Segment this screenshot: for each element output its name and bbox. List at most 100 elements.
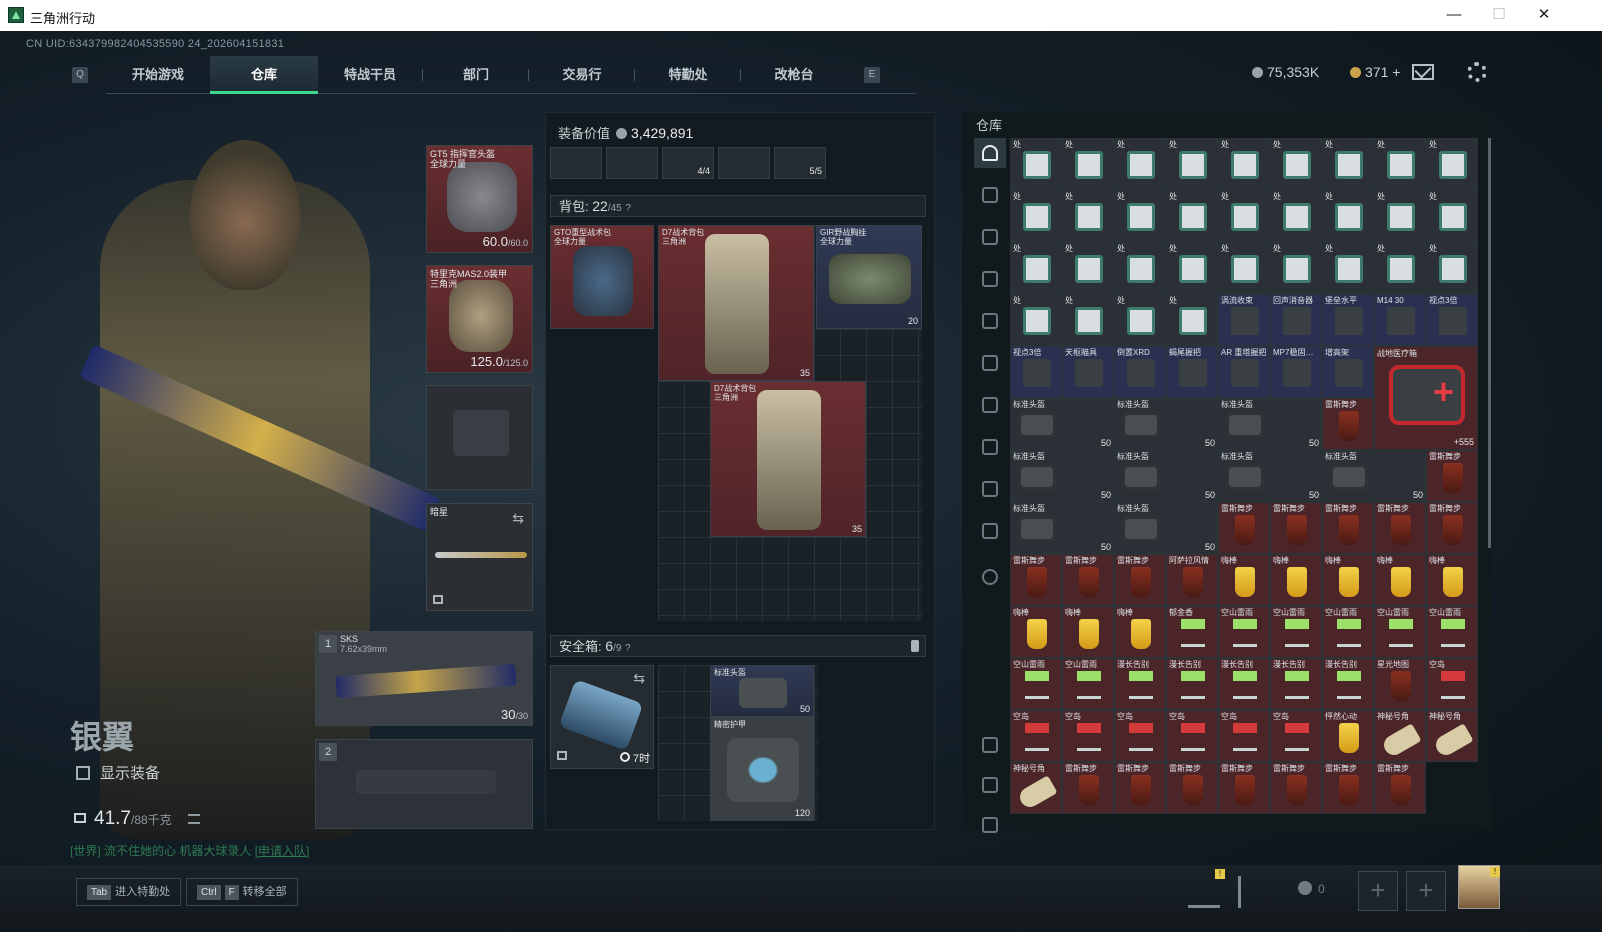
- tab-operators[interactable]: 特战干员: [316, 56, 424, 94]
- warehouse-item[interactable]: 处: [1166, 190, 1218, 242]
- warehouse-item[interactable]: 处: [1322, 242, 1374, 294]
- warehouse-item[interactable]: 空岛: [1270, 710, 1322, 762]
- tab-department[interactable]: 部门: [422, 56, 530, 94]
- warehouse-item[interactable]: 雷斯舞步: [1270, 502, 1322, 554]
- warehouse-item[interactable]: 标准头盔 50: [1114, 502, 1218, 554]
- chat-join-link[interactable]: [申请入队]: [255, 844, 310, 858]
- warehouse-item[interactable]: 视点3倍: [1010, 346, 1062, 398]
- warehouse-tab-1[interactable]: [974, 180, 1006, 210]
- warehouse-scrollbar[interactable]: [1488, 138, 1491, 548]
- flag-icon[interactable]: [1238, 876, 1270, 908]
- warehouse-item[interactable]: 嗨棒: [1322, 554, 1374, 606]
- warehouse-sort[interactable]: [974, 810, 1006, 840]
- warehouse-item[interactable]: 标准头盔 50: [1114, 398, 1218, 450]
- backpack-item[interactable]: GIR野战胸挂 全球力量 20: [816, 225, 922, 329]
- warehouse-item[interactable]: 标准头盔 50: [1010, 450, 1114, 502]
- close-button[interactable]: ✕: [1522, 4, 1566, 28]
- warehouse-item[interactable]: 神秘号角: [1374, 710, 1426, 762]
- warehouse-item[interactable]: 雷斯舞步: [1010, 554, 1062, 606]
- warehouse-all-tab[interactable]: [974, 138, 1006, 168]
- warehouse-item[interactable]: 空山雷雨: [1062, 658, 1114, 710]
- warehouse-item[interactable]: 蝎尾握把: [1166, 346, 1218, 398]
- warehouse-item[interactable]: 雷斯舞步: [1114, 762, 1166, 814]
- magazine-slot[interactable]: 4/4: [662, 147, 714, 179]
- warehouse-item[interactable]: 处: [1114, 190, 1166, 242]
- backpack-item[interactable]: D7战术背包 三角洲 35: [658, 225, 814, 381]
- warehouse-item[interactable]: 空山雷雨: [1270, 606, 1322, 658]
- safebox-container[interactable]: ⇆ 7时: [550, 665, 654, 769]
- warehouse-item[interactable]: 处: [1322, 138, 1374, 190]
- warehouse-item[interactable]: 雷斯舞步: [1218, 762, 1270, 814]
- warehouse-item[interactable]: 标准头盔 50: [1322, 450, 1426, 502]
- backpack-item[interactable]: D7战术背包 三角洲 35: [710, 381, 866, 537]
- warehouse-item[interactable]: 雷斯舞步: [1114, 554, 1166, 606]
- warehouse-item[interactable]: 郁金香: [1166, 606, 1218, 658]
- maximize-button[interactable]: ☐: [1477, 4, 1521, 28]
- transfer-all-button[interactable]: Ctrl F 转移全部: [186, 878, 298, 906]
- backpack-help-icon[interactable]: ?: [625, 203, 631, 214]
- safebox-help-icon[interactable]: ?: [625, 643, 631, 654]
- warehouse-item[interactable]: 漫长告别: [1114, 658, 1166, 710]
- warehouse-tab-3[interactable]: [974, 264, 1006, 294]
- warehouse-item[interactable]: 处: [1062, 138, 1114, 190]
- melee-slot[interactable]: 暗星 ⇆: [426, 503, 533, 611]
- warehouse-item[interactable]: 空岛: [1010, 710, 1062, 762]
- warehouse-item[interactable]: 标准头盔 50: [1218, 450, 1322, 502]
- warehouse-item[interactable]: 空岛: [1114, 710, 1166, 762]
- warehouse-item[interactable]: 增高架: [1322, 346, 1374, 398]
- warehouse-settings[interactable]: [974, 562, 1006, 592]
- friends-counter[interactable]: 0: [1298, 881, 1325, 896]
- warehouse-item[interactable]: 处: [1062, 294, 1114, 346]
- warehouse-item[interactable]: 漫长告别: [1270, 658, 1322, 710]
- warehouse-tab-6[interactable]: [974, 390, 1006, 420]
- warehouse-layers[interactable]: [974, 770, 1006, 800]
- warehouse-item[interactable]: 处: [1010, 190, 1062, 242]
- warehouse-item[interactable]: 嗨棒: [1114, 606, 1166, 658]
- warehouse-item[interactable]: 处: [1010, 138, 1062, 190]
- warehouse-item[interactable]: 雷斯舞步: [1322, 762, 1374, 814]
- warehouse-item[interactable]: 漫长告别: [1322, 658, 1374, 710]
- warehouse-item[interactable]: 雷斯舞步: [1062, 554, 1114, 606]
- warehouse-item[interactable]: 标准头盔 50: [1010, 398, 1114, 450]
- minimize-button[interactable]: —: [1432, 4, 1476, 28]
- warehouse-item[interactable]: 处: [1114, 138, 1166, 190]
- warehouse-item[interactable]: 处: [1010, 242, 1062, 294]
- warehouse-tab-2[interactable]: [974, 222, 1006, 252]
- warehouse-item[interactable]: 空岛: [1218, 710, 1270, 762]
- warehouse-item[interactable]: 漫长告别: [1218, 658, 1270, 710]
- warehouse-item[interactable]: 处: [1426, 138, 1478, 190]
- warehouse-item[interactable]: 雷斯舞步: [1322, 398, 1374, 450]
- chest-slot[interactable]: [550, 147, 602, 179]
- warehouse-item[interactable]: 处: [1166, 294, 1218, 346]
- invite-slot-button[interactable]: +: [1406, 871, 1446, 911]
- warehouse-item[interactable]: 星光地图: [1374, 658, 1426, 710]
- warehouse-item[interactable]: 嗨棒: [1374, 554, 1426, 606]
- warehouse-item[interactable]: 神秘号角: [1010, 762, 1062, 814]
- gold-currency[interactable]: 371 +: [1350, 64, 1400, 80]
- nav-prev-key[interactable]: Q: [72, 67, 88, 83]
- warehouse-item[interactable]: 雷斯舞步: [1322, 502, 1374, 554]
- warehouse-item[interactable]: M14 30: [1374, 294, 1426, 346]
- warehouse-item[interactable]: 雷斯舞步: [1062, 762, 1114, 814]
- warehouse-item[interactable]: 漫长告别: [1166, 658, 1218, 710]
- warehouse-item[interactable]: 嗨棒: [1010, 606, 1062, 658]
- stats-chart-icon[interactable]: [1188, 876, 1220, 908]
- warehouse-item[interactable]: 雷斯舞步: [1374, 762, 1426, 814]
- nav-next-key[interactable]: E: [864, 67, 880, 83]
- warehouse-grid[interactable]: 处处处处处处处处处处处处处处处处处处处处处处处处处处处处处处处涡流收束 回声消音器…: [1010, 138, 1484, 830]
- warehouse-item[interactable]: 空山雷雨: [1218, 606, 1270, 658]
- gold-add-button[interactable]: +: [1392, 64, 1400, 80]
- warehouse-item[interactable]: AR 重塔握把: [1218, 346, 1270, 398]
- warehouse-item[interactable]: 处: [1374, 138, 1426, 190]
- warehouse-tab-4[interactable]: [974, 306, 1006, 336]
- warehouse-item[interactable]: 雷斯舞步: [1166, 762, 1218, 814]
- warehouse-item[interactable]: 处: [1166, 138, 1218, 190]
- warehouse-item[interactable]: 嗨棒: [1062, 606, 1114, 658]
- warehouse-item[interactable]: 倒置XRD: [1114, 346, 1166, 398]
- warehouse-tab-9[interactable]: [974, 516, 1006, 546]
- warehouse-item[interactable]: 处: [1062, 190, 1114, 242]
- warehouse-item[interactable]: 神秘号角: [1426, 710, 1478, 762]
- warehouse-item[interactable]: 处: [1270, 242, 1322, 294]
- warehouse-item[interactable]: 标准头盔 50: [1218, 398, 1322, 450]
- warehouse-item[interactable]: 空山雷雨: [1426, 606, 1478, 658]
